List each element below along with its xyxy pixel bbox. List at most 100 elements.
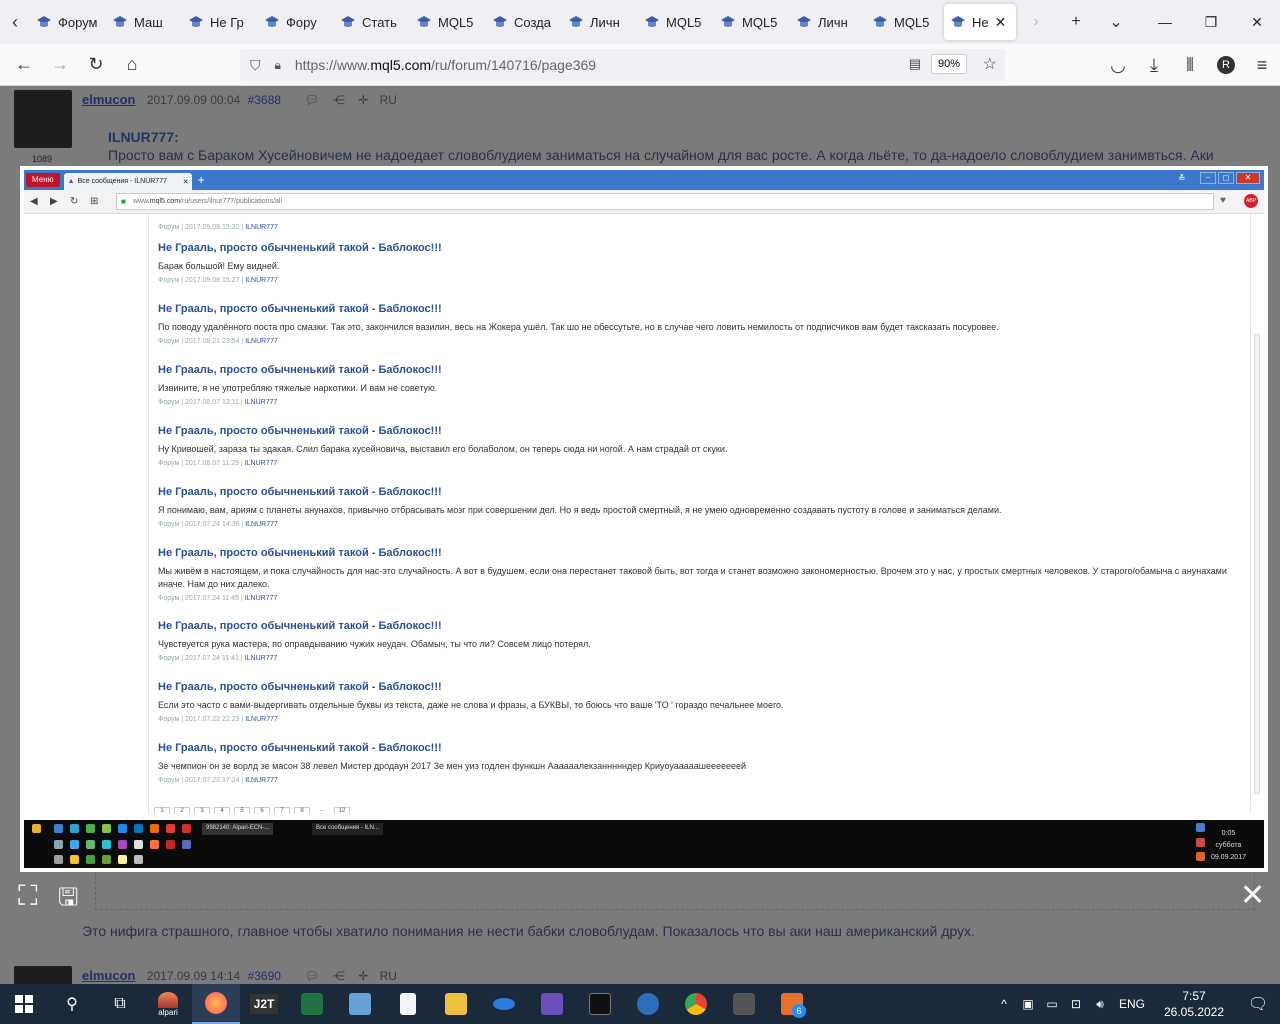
home-icon[interactable]: ⌂ (114, 47, 150, 83)
windows-start-icon[interactable] (0, 984, 48, 1024)
fullscreen-icon[interactable]: ⛶ (18, 880, 38, 913)
firefox-app[interactable] (192, 984, 240, 1024)
inner-app-icon (86, 840, 95, 849)
tab-item[interactable]: Личн (790, 4, 866, 40)
network-app[interactable] (624, 984, 672, 1024)
close-lightbox-icon[interactable]: ✕ (1240, 878, 1265, 913)
tab-item[interactable]: Маш (106, 4, 182, 40)
close-tab-icon[interactable]: ✕ (995, 14, 1007, 31)
close-window-icon[interactable]: ✕ (1234, 0, 1280, 44)
terminal-app[interactable] (576, 984, 624, 1024)
publication-text: Ну Кривошей, зараза ты эдакая. Слил бара… (158, 444, 728, 454)
publication-item: Не Грааль, просто обычненький такой - Ба… (158, 486, 1238, 528)
tab-item[interactable]: Личн (562, 4, 638, 40)
inner-app-icon (182, 824, 191, 833)
mortarboard-icon (265, 16, 279, 27)
tab-item[interactable]: MQL5 (410, 4, 486, 40)
inner-app-icon (182, 840, 191, 849)
publication-title: Не Грааль, просто обычненький такой - Ба… (158, 620, 442, 632)
publication-item: Не Грааль, просто обычненький такой - Ба… (158, 681, 1238, 723)
mortarboard-icon (645, 16, 659, 27)
image-viewer-app[interactable] (336, 984, 384, 1024)
reload-icon[interactable]: ↻ (78, 47, 114, 83)
webcam-icon[interactable]: ▣ (1016, 997, 1040, 1011)
publication-meta: Форум | 2017.07.24 14:36 | ILNUR777 (158, 521, 278, 528)
task-view-icon[interactable]: ⧉ (96, 984, 144, 1024)
avatar[interactable] (14, 90, 72, 148)
tab-item[interactable]: Созда (486, 4, 562, 40)
url-bar[interactable]: ⛉ 🔒︎ https://www.mql5.com/ru/forum/14071… (240, 49, 1005, 81)
tab-item[interactable]: MQL5 (866, 4, 942, 40)
publication-title: Не Грааль, просто обычненький такой - Ба… (158, 364, 442, 376)
calculator-app[interactable] (720, 984, 768, 1024)
j2t-app[interactable]: J2T (240, 984, 288, 1024)
share-icon[interactable]: ⋲ (333, 93, 345, 107)
inner-tab-favicon-icon: ▲ (67, 178, 75, 185)
shield-icon[interactable]: ⛉ (250, 57, 261, 74)
post-author[interactable]: elmucon (82, 92, 135, 107)
post-number-2[interactable]: #3690 (248, 969, 281, 983)
inner-heart-icon: ♥ (1220, 195, 1226, 206)
publication-item: Не Грааль, просто обычненький такой - Ба… (158, 742, 1238, 784)
file-explorer-app[interactable] (432, 984, 480, 1024)
lock-icon[interactable]: 🔒︎ (275, 58, 281, 73)
download-icon[interactable]: ⤓ (1136, 47, 1172, 83)
pocket-icon[interactable]: ◡ (1100, 47, 1136, 83)
forward-icon[interactable]: → (42, 47, 78, 83)
volume-icon[interactable]: 🔊︎ (1088, 997, 1112, 1012)
inner-app-icon (86, 855, 95, 864)
share-icon-2[interactable]: ⋲ (333, 969, 345, 983)
tab-item[interactable]: MQL5 (714, 4, 790, 40)
restore-icon[interactable]: ❐ (1188, 0, 1234, 44)
notifications-icon[interactable]: 🗨︎ (1236, 994, 1280, 1014)
post-author-2[interactable]: elmucon (82, 968, 135, 983)
excel-app[interactable] (288, 984, 336, 1024)
reader-view-icon[interactable]: ▤ (909, 56, 921, 72)
bookmark-star-icon[interactable]: ☆ (983, 54, 997, 74)
tab-scroll-right-icon[interactable]: › (1016, 13, 1056, 31)
mortarboard-icon (341, 16, 355, 27)
chrome-app[interactable] (672, 984, 720, 1024)
list-all-tabs-icon[interactable]: ⌄ (1096, 12, 1136, 32)
monitor-icon[interactable]: ▭ (1040, 997, 1064, 1011)
back-icon[interactable]: ← (6, 47, 42, 83)
tab-item[interactable]: Не Гр (182, 4, 258, 40)
alpari-app[interactable]: alpari (144, 984, 192, 1024)
translate-icon-2[interactable]: ✛ (358, 969, 368, 983)
inner-tray-icon (1196, 852, 1205, 861)
publication-meta: Форум | 2017.07.22 22:23 | ILNUR777 (158, 716, 278, 723)
post-number[interactable]: #3688 (248, 93, 281, 107)
tab-item[interactable]: Фору (258, 4, 334, 40)
tab-active-label: Не (972, 14, 989, 30)
translate-icon[interactable]: ✛ (358, 93, 368, 107)
inner-app-icon (150, 840, 159, 849)
chevron-up-icon[interactable]: ^ (992, 997, 1016, 1011)
save-icon[interactable]: 🖫︎ (58, 880, 78, 921)
pager-item: 12 (334, 807, 350, 814)
pager-item: 7 (274, 807, 290, 814)
tab-list: Форум Маш Не Гр Фору Стать MQL5 Созда Личн MQL5 M… (30, 4, 942, 40)
language-indicator[interactable]: ENG (1112, 997, 1152, 1011)
search-icon[interactable]: ⚲ (48, 984, 96, 1024)
library-icon[interactable]: ⫴ (1172, 47, 1208, 83)
minimize-icon[interactable]: — (1142, 0, 1188, 44)
tab-item[interactable]: MQL5 (638, 4, 714, 40)
tablet-app[interactable] (480, 984, 528, 1024)
publication-meta: Форум | 2017.08.07 11:29 | ILNUR777 (158, 460, 278, 467)
inner-reload-icon: ↻ (70, 196, 79, 207)
reply-icon[interactable]: 💬︎ (304, 93, 319, 107)
zoom-level[interactable]: 90% (930, 54, 967, 74)
tab-item[interactable]: Стать (334, 4, 410, 40)
paint-app[interactable] (528, 984, 576, 1024)
reply-icon-2[interactable]: 💬︎ (304, 969, 319, 983)
tab-item[interactable]: Форум (30, 4, 106, 40)
system-clock[interactable]: 7:57 26.05.2022 (1152, 988, 1236, 1020)
network-icon[interactable]: ⊡ (1064, 997, 1088, 1011)
new-tab-icon[interactable]: + (1056, 13, 1096, 31)
orange-app[interactable]: 6 (768, 984, 816, 1024)
tab-scroll-left-icon[interactable]: ‹ (0, 12, 30, 33)
menu-icon[interactable]: ≡ (1244, 47, 1280, 83)
account-avatar[interactable]: R (1208, 47, 1244, 83)
notepad-app[interactable] (384, 984, 432, 1024)
tab-active[interactable]: Не ✕ (944, 4, 1016, 40)
